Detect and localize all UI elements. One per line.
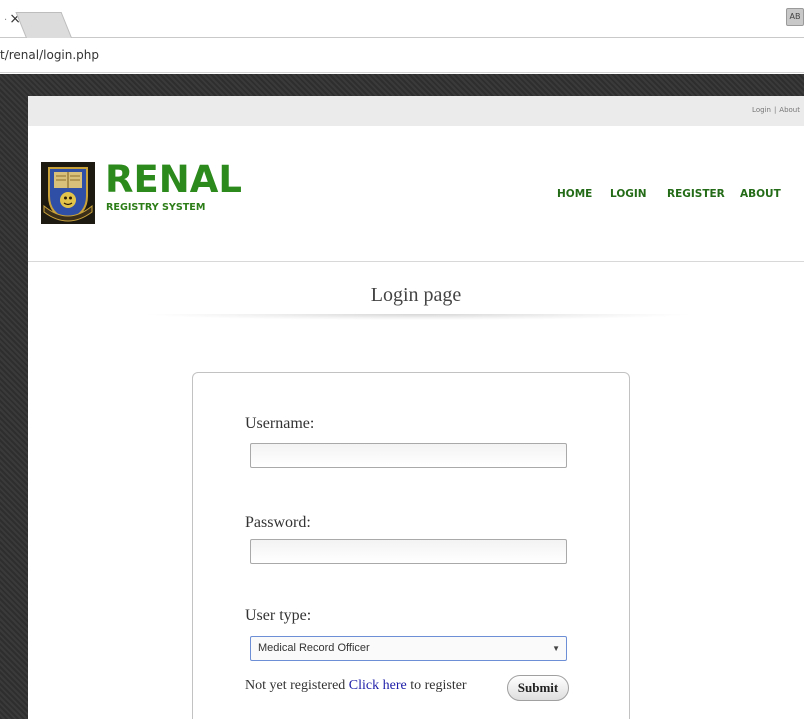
brand-subtitle: REGISTRY SYSTEM xyxy=(106,202,206,213)
brand-title: RENAL xyxy=(105,158,242,201)
user-type-selected-value: Medical Record Officer xyxy=(258,642,370,654)
user-type-select[interactable]: Medical Record Officer ▼ xyxy=(250,636,567,661)
dropdown-arrow-icon[interactable]: ▼ xyxy=(552,637,560,660)
site-content: Login | About RENAL REGISTRY SYSTEM HOME L… xyxy=(28,96,804,719)
register-link[interactable]: Click here xyxy=(349,678,407,693)
university-crest-icon[interactable] xyxy=(41,162,95,224)
page-title: Login page xyxy=(370,284,462,306)
address-bar[interactable]: t/renal/login.php xyxy=(0,39,804,73)
utility-about-link[interactable]: About xyxy=(779,106,800,114)
username-input[interactable] xyxy=(250,443,567,468)
user-type-label: User type: xyxy=(245,607,312,624)
utility-strip: Login | About xyxy=(28,96,804,126)
new-tab-button[interactable] xyxy=(15,12,72,38)
nav-home[interactable]: HOME xyxy=(557,188,592,200)
utility-separator: | xyxy=(773,106,777,114)
utility-links: Login | About xyxy=(752,106,800,114)
heading-divider xyxy=(148,314,688,320)
password-input[interactable] xyxy=(250,539,567,564)
utility-login-link[interactable]: Login xyxy=(752,106,771,114)
nav-about[interactable]: ABOUT xyxy=(740,188,781,200)
url-text[interactable]: t/renal/login.php xyxy=(0,48,99,62)
extension-icon[interactable]: AB xyxy=(786,8,804,26)
site-header: RENAL REGISTRY SYSTEM HOME LOGIN REGISTE… xyxy=(28,126,804,262)
nav-register[interactable]: REGISTER xyxy=(667,188,725,200)
register-suffix: to register xyxy=(406,678,467,693)
submit-button[interactable]: Submit xyxy=(507,675,569,701)
login-form: Username: Password: User type: Medical R… xyxy=(192,372,630,719)
register-prefix: Not yet registered xyxy=(245,678,349,693)
password-label: Password: xyxy=(245,514,311,531)
register-prompt: Not yet registered Click here to registe… xyxy=(245,678,467,694)
browser-tab-bar: · × AB xyxy=(0,0,804,38)
username-label: Username: xyxy=(245,415,315,432)
tab-edge-icon: · xyxy=(4,15,8,26)
nav-login[interactable]: LOGIN xyxy=(610,188,647,200)
